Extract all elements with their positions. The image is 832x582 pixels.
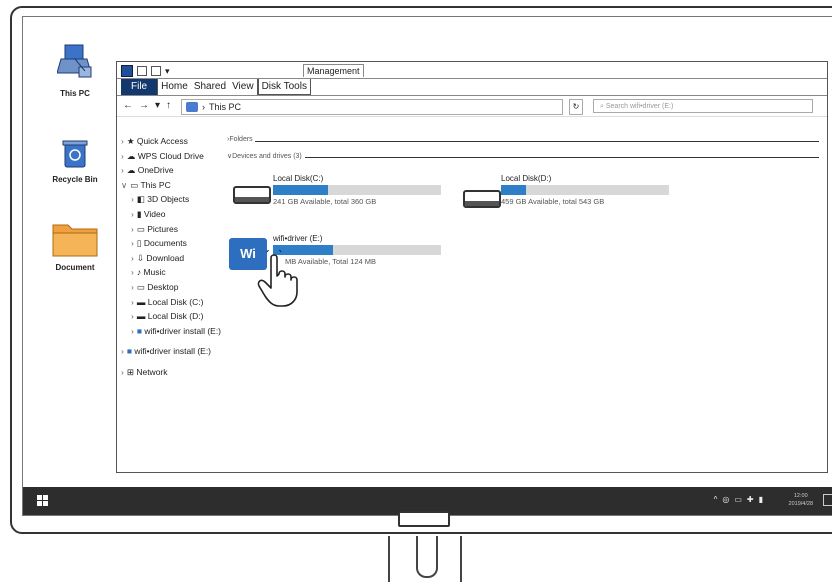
search-input[interactable]: ⌕ Search wifi•driver (E:) xyxy=(593,99,813,113)
tab-disk-tools[interactable]: Disk Tools xyxy=(257,79,311,95)
desktop-icon-recycle-bin[interactable]: Recycle Bin xyxy=(35,139,115,184)
drive-space-info: 459 GB Available, total 543 GB xyxy=(501,197,605,206)
hard-drive-icon xyxy=(233,186,271,204)
desktop-icon-this-pc[interactable]: This PC xyxy=(35,43,115,98)
new-folder-icon[interactable] xyxy=(151,66,161,76)
drive-usage-bar xyxy=(273,185,441,195)
group-divider xyxy=(255,141,819,142)
tab-file[interactable]: File xyxy=(121,79,159,95)
recycle-bin-icon xyxy=(62,140,88,168)
tray-network-icon[interactable]: ◎ xyxy=(722,495,729,504)
folder-icon xyxy=(52,224,98,257)
drive-name: Local Disk(C:) xyxy=(273,174,324,183)
up-arrow-icon[interactable]: ↑ xyxy=(166,100,171,111)
tray-chevron-icon[interactable]: ^ xyxy=(714,495,718,504)
search-placeholder: Search wifi•driver (E:) xyxy=(605,103,674,110)
quick-access-toolbar: ▾ xyxy=(121,65,170,77)
title-bar: ▾ Management xyxy=(117,62,827,78)
computer-icon xyxy=(186,102,198,112)
hand-cursor-icon xyxy=(257,250,298,307)
app-icon[interactable] xyxy=(121,65,133,77)
drive-name: wifi•driver (E:) xyxy=(273,234,323,243)
address-bar[interactable]: › This PC xyxy=(181,99,563,115)
monitor-frame: This PC Recycle Bin Document ▾ Managemen… xyxy=(10,6,832,534)
drive-space-info: 241 GB Available, total 360 GB xyxy=(273,197,377,206)
taskbar-clock[interactable]: 12:00 2019/4/28 xyxy=(789,492,813,508)
file-explorer-window: ▾ Management File Home Shared View Disk … xyxy=(116,61,828,473)
forward-arrow-icon[interactable]: → xyxy=(139,100,149,111)
address-text: This PC xyxy=(209,102,242,112)
drive-tile-c[interactable]: Local Disk(C:) 241 GB Available, total 3… xyxy=(273,174,493,206)
drive-usage-fill xyxy=(273,185,329,195)
desktop-icon-document[interactable]: Document xyxy=(35,221,115,272)
drive-usage-fill xyxy=(501,185,527,195)
context-tab-header: Management xyxy=(303,64,364,77)
drive-name: Local Disk(D:) xyxy=(501,174,552,183)
tab-shared[interactable]: Shared xyxy=(191,79,229,95)
group-header-folders[interactable]: ›Folders xyxy=(227,136,253,143)
start-button[interactable] xyxy=(37,495,49,507)
tab-view[interactable]: View xyxy=(229,79,258,95)
group-divider xyxy=(305,157,819,158)
recent-chevron-icon[interactable]: ▾ xyxy=(155,100,160,111)
tray-add-icon[interactable]: ✚ xyxy=(747,495,754,504)
system-tray: ^ ◎ ▭ ✚ ▮ xyxy=(714,495,763,504)
group-header-devices[interactable]: ∨Devices and drives (3) xyxy=(227,152,302,160)
ribbon-tabs: File Home Shared View Disk Tools xyxy=(117,78,827,96)
hard-drive-icon xyxy=(463,190,501,208)
desktop-icon-label: Document xyxy=(55,263,95,272)
clock-time: 12:00 xyxy=(793,493,808,499)
drive-usage-bar xyxy=(501,185,669,195)
canvas: This PC Recycle Bin Document ▾ Managemen… xyxy=(0,0,832,582)
address-bar-row: ← → ▾ ↑ › This PC ↻ ⌕ Search wifi•driver… xyxy=(117,96,827,117)
computer-icon xyxy=(56,44,92,78)
back-arrow-icon[interactable]: ← xyxy=(123,100,133,111)
properties-icon[interactable] xyxy=(137,66,147,76)
monitor-stand xyxy=(388,536,462,582)
tray-usb-icon[interactable]: ▮ xyxy=(759,495,763,504)
address-chevron-icon: › xyxy=(202,102,205,112)
refresh-button[interactable]: ↻ xyxy=(569,99,583,115)
tray-battery-icon[interactable]: ▭ xyxy=(734,495,742,504)
drive-tile-d[interactable]: Local Disk(D:) 459 GB Available, total 5… xyxy=(501,174,721,206)
monitor-button xyxy=(398,511,450,527)
nav-buttons: ← → ▾ ↑ xyxy=(123,100,171,111)
desktop-icon-label: Recycle Bin xyxy=(52,175,98,184)
screen: This PC Recycle Bin Document ▾ Managemen… xyxy=(22,16,832,516)
tab-home[interactable]: Home xyxy=(158,79,191,95)
clock-date: 2019/4/28 xyxy=(788,501,813,507)
notification-icon[interactable] xyxy=(823,494,832,506)
content-pane: ›Folders ∨Devices and drives (3) Local D… xyxy=(227,134,823,454)
customize-chevron-icon[interactable]: ▾ xyxy=(165,66,170,77)
desktop-icon-label: This PC xyxy=(60,89,90,98)
